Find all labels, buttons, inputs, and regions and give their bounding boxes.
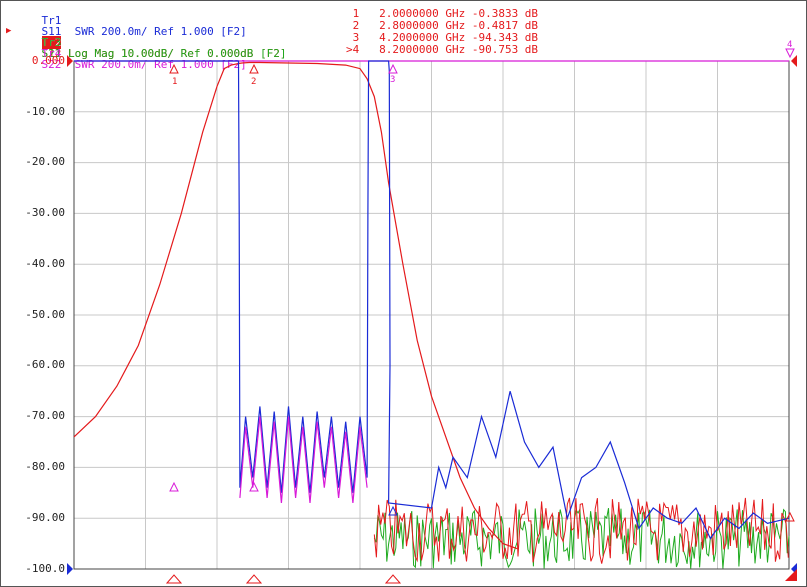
plot-grid — [74, 61, 789, 569]
stimulus-marker-1-icon[interactable] — [165, 574, 183, 584]
svg-text:4: 4 — [787, 40, 792, 50]
marker-1-icon[interactable]: 1 — [169, 63, 179, 87]
svg-text:1: 1 — [172, 77, 177, 87]
marker-4-icon[interactable]: 4 — [785, 40, 795, 59]
ref-level-left-marker-icon[interactable] — [67, 55, 73, 67]
svg-text:3: 3 — [390, 75, 395, 85]
stimulus-marker-2-icon[interactable] — [245, 574, 263, 584]
stimulus-marker-3-icon[interactable] — [384, 574, 402, 584]
trace-s22 — [239, 416, 368, 504]
ref-level-left-blue-marker-icon[interactable] — [67, 563, 73, 575]
svg-text:2: 2 — [251, 77, 256, 87]
plot-area[interactable]: 1 2 3 4 — [1, 1, 806, 586]
marker-3-icon[interactable]: 3 — [388, 63, 398, 85]
ref-level-right-marker-icon[interactable] — [791, 55, 797, 67]
marker-2-icon[interactable]: 2 — [249, 63, 259, 87]
trace-s12 — [73, 61, 518, 550]
vna-window: Tr1 S11 SWR 200.0m/ Ref 1.000 [F2] ▶ Tr2… — [0, 0, 807, 587]
corner-marker-icon — [785, 569, 797, 581]
